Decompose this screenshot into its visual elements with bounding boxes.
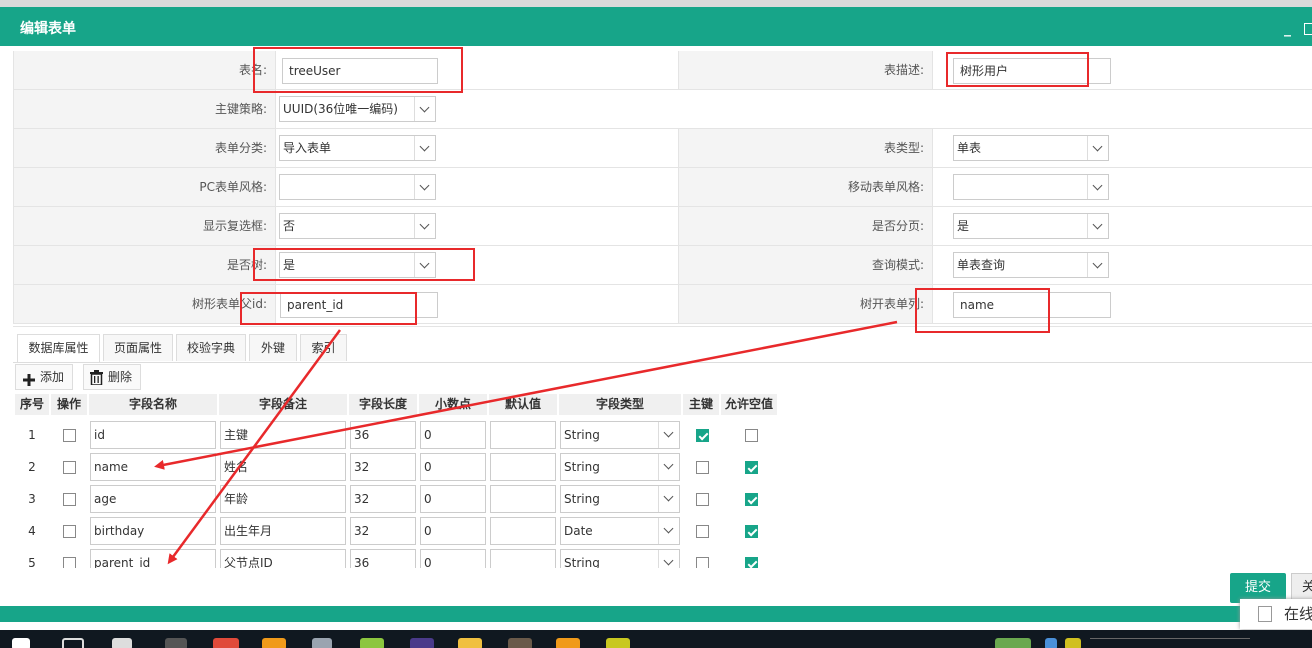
online-service-widget[interactable]: 在线	[1240, 599, 1312, 629]
windows-start-icon[interactable]	[12, 638, 30, 648]
broken-image-icon	[1258, 606, 1272, 622]
annotation-arrows	[154, 320, 898, 565]
database-icon[interactable]	[312, 638, 332, 648]
folder-icon[interactable]	[458, 638, 482, 648]
tray-icon[interactable]	[1065, 638, 1081, 648]
system-tray	[1090, 638, 1250, 648]
app-icon[interactable]	[508, 638, 532, 648]
app-icon[interactable]	[606, 638, 630, 648]
tray-icon[interactable]	[995, 638, 1031, 648]
taskbar	[0, 630, 1312, 648]
task-view-icon[interactable]	[62, 638, 84, 648]
firefox-icon[interactable]	[262, 638, 286, 648]
terminal-icon[interactable]	[165, 638, 187, 648]
app-icon[interactable]	[112, 638, 132, 648]
arrow-to-name-field	[154, 320, 898, 470]
arrow-to-parent-id-field	[167, 329, 342, 565]
online-label: 在线	[1284, 605, 1312, 623]
tray-icon[interactable]	[1045, 638, 1057, 648]
dialog-footer-bar	[0, 606, 1312, 622]
app-icon[interactable]	[360, 638, 384, 648]
firefox-icon[interactable]	[556, 638, 580, 648]
app-icon[interactable]	[410, 638, 434, 648]
chrome-icon[interactable]	[213, 638, 239, 648]
